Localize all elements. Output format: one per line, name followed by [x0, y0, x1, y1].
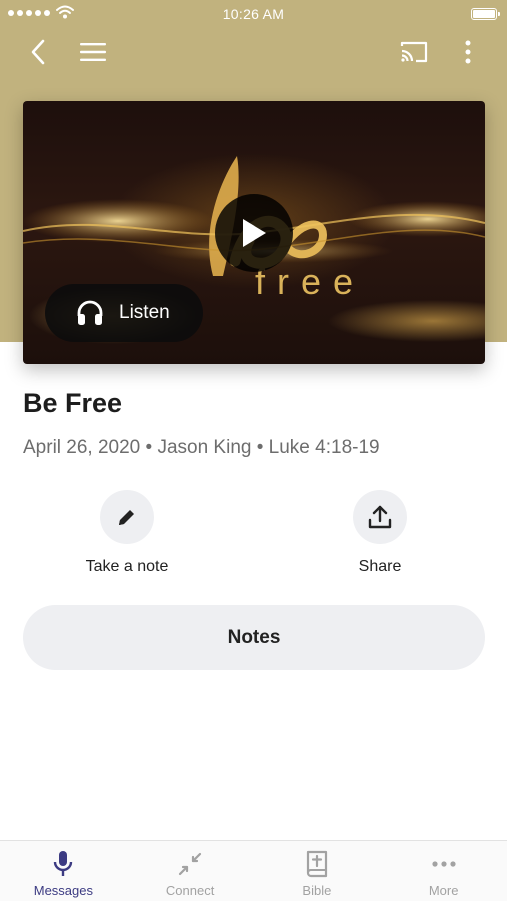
tab-bible[interactable]: Bible — [254, 841, 381, 901]
more-horizontal-icon — [432, 861, 456, 867]
cast-button[interactable] — [398, 36, 430, 68]
tab-bible-label: Bible — [302, 883, 332, 898]
tab-more-label: More — [428, 883, 459, 898]
take-note-button[interactable]: Take a note — [47, 490, 207, 576]
take-note-label: Take a note — [85, 558, 169, 575]
listen-button[interactable]: Listen — [45, 284, 203, 342]
share-button[interactable]: Share — [300, 490, 460, 576]
hamburger-menu-icon — [80, 43, 106, 61]
listen-label: Listen — [119, 302, 170, 323]
battery-icon — [471, 8, 500, 20]
chevron-left-icon — [31, 39, 45, 65]
cast-icon — [400, 41, 428, 63]
menu-button[interactable] — [77, 36, 109, 68]
tab-messages-label: Messages — [33, 883, 93, 898]
tab-connect-label: Connect — [165, 883, 215, 898]
message-title: Be Free — [23, 388, 123, 418]
play-icon — [243, 219, 266, 247]
status-time: 10:26 AM — [222, 6, 285, 22]
tab-more[interactable]: More — [380, 841, 507, 901]
video-thumbnail[interactable]: free Listen — [23, 101, 485, 364]
bottom-tab-bar: Messages Connect Bible More — [0, 840, 507, 901]
headphones-icon — [77, 300, 103, 325]
arrows-in-icon — [179, 852, 202, 876]
message-meta: April 26, 2020 • Jason King • Luke 4:18-… — [23, 437, 380, 458]
bible-icon — [306, 850, 327, 878]
back-button[interactable] — [22, 36, 54, 68]
more-vertical-icon — [465, 40, 471, 64]
status-bar: 10:26 AM — [0, 0, 507, 28]
pencil-icon — [119, 510, 134, 525]
share-label: Share — [358, 558, 402, 575]
play-button[interactable] — [215, 194, 293, 272]
microphone-icon — [54, 851, 73, 876]
more-options-button[interactable] — [452, 36, 484, 68]
share-circle[interactable] — [353, 490, 407, 544]
take-note-circle[interactable] — [100, 490, 154, 544]
tab-connect[interactable]: Connect — [127, 841, 254, 901]
share-upload-icon — [368, 505, 392, 529]
notes-button[interactable]: Notes — [23, 605, 485, 670]
tab-messages[interactable]: Messages — [0, 841, 127, 901]
